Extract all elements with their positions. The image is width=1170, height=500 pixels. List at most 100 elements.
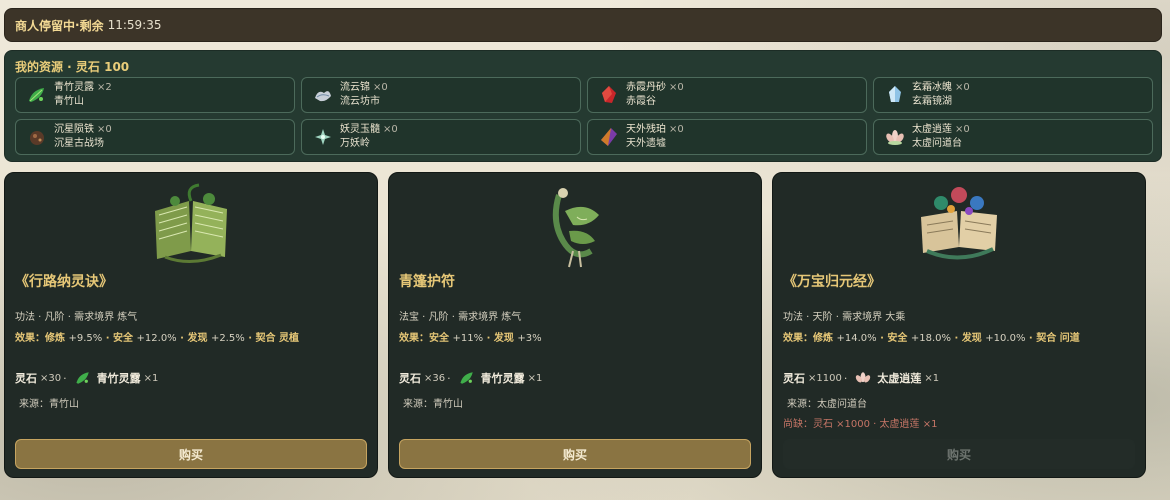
- effect-value: 问道: [1059, 333, 1080, 344]
- green-leaf-icon: [29, 88, 44, 102]
- resource-location: 沉星古战场: [54, 138, 104, 149]
- card-meta: 功法 · 凡阶 · 需求境界 炼气: [15, 312, 138, 323]
- shop-card: 《行路纳灵诀》 功法 · 凡阶 · 需求境界 炼气 效果：修炼 +9.5% · …: [4, 172, 378, 478]
- card-source: 来源：青竹山: [403, 399, 463, 410]
- card-effects: 效果：修炼 +14.0% · 安全 +18.0% · 发现 +10.0% · 契…: [783, 333, 1080, 344]
- effect-key: 修炼: [813, 333, 833, 344]
- card-cost: 灵石 ×30 · 青竹灵露 ×1: [15, 369, 158, 387]
- resource-name: 玄霜冰魄: [912, 82, 952, 93]
- cost-item-amount: ×1: [527, 372, 543, 384]
- cost-amount: ×36: [424, 372, 446, 384]
- resource-item: 赤霞丹砂 ×0 赤霞谷: [587, 77, 867, 113]
- cost-item-amount: ×1: [924, 372, 940, 384]
- green-leaf-icon: [76, 372, 89, 384]
- resource-location: 万妖岭: [340, 138, 370, 149]
- red-crystal-icon: [602, 86, 616, 103]
- resource-location: 流云坊市: [340, 96, 380, 107]
- lotus-icon: [856, 372, 871, 383]
- cost-item-amount: ×1: [143, 372, 159, 384]
- resource-count: ×0: [955, 124, 970, 135]
- merchant-status: 商人停留中: [15, 18, 76, 33]
- effect-key: 契合: [255, 333, 276, 344]
- effect-key: 发现: [493, 333, 514, 344]
- effect-label: 效果：: [783, 333, 813, 344]
- effect-label: 效果：: [15, 333, 45, 344]
- resource-item: 太虚逍莲 ×0 太虚问道台: [873, 119, 1153, 155]
- cost-item: 青竹灵露: [480, 372, 525, 385]
- effect-key: 契合: [1036, 333, 1057, 344]
- lotus-icon: [886, 130, 904, 145]
- resource-item: 流云锦 ×0 流云坊市: [301, 77, 581, 113]
- effect-key: 发现: [187, 333, 208, 344]
- resource-item: 天外残珀 ×0 天外遗墟: [587, 119, 867, 155]
- resource-location: 玄霜镜湖: [912, 96, 952, 107]
- effect-value: +11%: [452, 333, 484, 344]
- cost-item: 青竹灵露: [96, 372, 141, 385]
- effect-value: +12.0%: [136, 333, 177, 344]
- resource-count: ×0: [383, 124, 398, 135]
- effect-value: +9.5%: [68, 333, 103, 344]
- silk-cloud-icon: [315, 91, 331, 102]
- resource-count: ×0: [669, 124, 684, 135]
- jade-book-icon: [155, 183, 227, 263]
- countdown-timer: 11:59:35: [107, 18, 162, 32]
- effect-key: 安全: [887, 333, 908, 344]
- buy-button[interactable]: 购买: [783, 439, 1135, 469]
- card-meta: 法宝 · 凡阶 · 需求境界 炼气: [399, 312, 522, 323]
- card-title: 青篷护符: [399, 274, 455, 290]
- cost-amount: ×30: [40, 372, 62, 384]
- card-source: 来源：太虚问道台: [787, 399, 867, 410]
- resource-location: 青竹山: [54, 96, 84, 107]
- resource-location: 太虚问道台: [912, 138, 962, 149]
- resource-item: 玄霜冰魄 ×0 玄霜镜湖: [873, 77, 1153, 113]
- jade-marrow-icon: [315, 129, 331, 145]
- resource-item: 青竹灵露 ×2 青竹山: [15, 77, 295, 113]
- resource-item: 沉星陨铁 ×0 沉星古战场: [15, 119, 295, 155]
- remain-label: 剩余: [79, 18, 104, 33]
- effect-value: +18.0%: [910, 333, 952, 344]
- effect-label: 效果：: [399, 333, 429, 344]
- shop-card: 《万宝归元经》 功法 · 天阶 · 需求境界 大乘 效果：修炼 +14.0% ·…: [772, 172, 1146, 478]
- card-effects: 效果：修炼 +9.5% · 安全 +12.0% · 发现 +2.5% · 契合 …: [15, 333, 299, 344]
- resource-count: ×0: [373, 82, 388, 93]
- meteor-iron-icon: [30, 131, 44, 145]
- resources-title: 我的资源 · 灵石 100: [15, 60, 130, 74]
- green-talisman-icon: [552, 188, 599, 268]
- effect-value: +3%: [517, 333, 542, 344]
- resource-name: 赤霞丹砂: [626, 82, 666, 93]
- cost-item: 太虚逍莲: [877, 372, 922, 385]
- resource-name: 青竹灵露: [54, 82, 94, 93]
- resource-name: 天外残珀: [626, 124, 666, 135]
- card-title: 《行路纳灵诀》: [15, 274, 113, 290]
- effect-key: 安全: [113, 333, 134, 344]
- resources-panel: 我的资源 · 灵石 100 青竹灵露 ×2 青竹山 流云锦 ×0 流云坊市 赤霞…: [4, 50, 1162, 162]
- buy-button[interactable]: 购买: [15, 439, 367, 469]
- resource-item: 妖灵玉髓 ×0 万妖岭: [301, 119, 581, 155]
- buy-button[interactable]: 购买: [399, 439, 751, 469]
- resource-name: 沉星陨铁: [54, 124, 94, 135]
- green-leaf-icon: [460, 372, 473, 384]
- resource-location: 天外遗墟: [626, 138, 666, 149]
- effect-value: +2.5%: [210, 333, 245, 344]
- treasure-scroll-icon: [921, 187, 997, 260]
- amber-shard-icon: [601, 128, 617, 146]
- effect-key: 发现: [961, 333, 982, 344]
- effect-value: +10.0%: [985, 333, 1026, 344]
- resources-grid: 青竹灵露 ×2 青竹山 流云锦 ×0 流云坊市 赤霞丹砂 ×0 赤霞谷 玄霜冰魄…: [15, 77, 1153, 155]
- card-title: 《万宝归元经》: [783, 274, 881, 290]
- card-cost: 灵石 ×36 · 青竹灵露 ×1: [399, 369, 542, 387]
- resource-count: ×0: [669, 82, 684, 93]
- resource-count: ×2: [97, 82, 112, 93]
- card-cost: 灵石 ×1100 · 太虚逍莲 ×1: [783, 369, 939, 387]
- cost-currency: 灵石: [15, 372, 37, 385]
- cost-currency: 灵石: [399, 372, 421, 385]
- card-effects: 效果：安全 +11% · 发现 +3%: [399, 333, 542, 344]
- effect-key: 修炼: [45, 333, 65, 344]
- ice-crystal-icon: [889, 86, 901, 102]
- shortage-notice: 尚缺：灵石 ×1000 · 太虚逍莲 ×1: [783, 419, 938, 430]
- resource-name: 妖灵玉髓: [340, 124, 380, 135]
- resource-count: ×0: [97, 124, 112, 135]
- resource-location: 赤霞谷: [626, 96, 656, 107]
- cost-amount: ×1100: [808, 372, 842, 384]
- resource-name: 太虚逍莲: [912, 124, 952, 135]
